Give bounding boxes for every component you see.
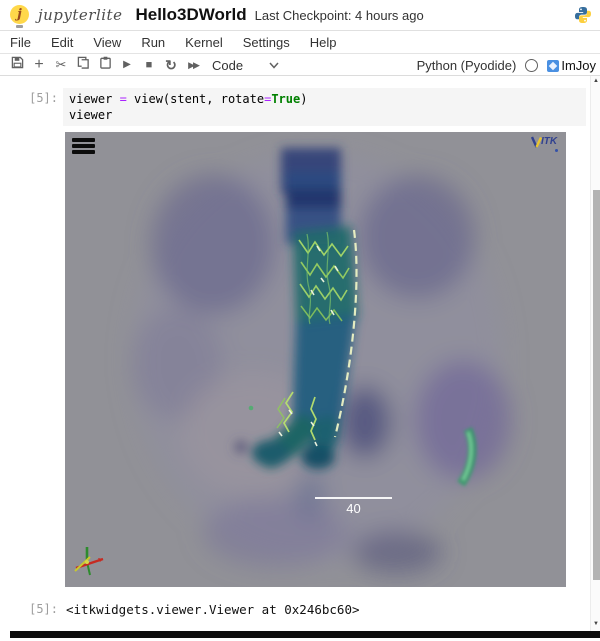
bottom-bar [10, 631, 600, 638]
output-repr: <itkwidgets.viewer.Viewer at 0x246bc60> [66, 602, 360, 617]
copy-cell-icon[interactable] [72, 56, 94, 74]
add-cell-icon[interactable]: + [28, 56, 50, 74]
kernel-status-icon [525, 59, 538, 72]
code-token: view(stent, rotate [127, 92, 264, 106]
itk-logo-dot [555, 149, 558, 152]
menu-kernel[interactable]: Kernel [175, 35, 233, 50]
lightbulb-base [16, 25, 23, 28]
burger-bar [72, 150, 95, 154]
notebook-toolbar: + ✂ ▶ ■ ↻ ▶▶ Code Python (Pyodide) [0, 55, 600, 76]
output-prompt: [5]: [8, 602, 58, 616]
input-prompt: [5]: [8, 91, 58, 105]
floppy-glyph [11, 56, 24, 69]
restart-run-all-icon[interactable]: ▶▶ [182, 56, 204, 74]
cut-cell-icon[interactable]: ✂ [50, 56, 72, 74]
itk-logo-text: ITK [541, 136, 557, 147]
scrollbar-thumb[interactable] [593, 190, 600, 580]
menu-edit[interactable]: Edit [41, 35, 83, 50]
jupyterlite-logo-icon: j [10, 5, 31, 26]
code-line2: viewer [69, 108, 112, 122]
lightbulb-icon: j [10, 5, 29, 24]
notebook-title[interactable]: Hello3DWorld [135, 5, 246, 25]
paste-glyph [99, 56, 112, 69]
volume-rendering [65, 132, 566, 587]
menu-help[interactable]: Help [300, 35, 347, 50]
notebook-scrollbar[interactable]: ▲ ▼ [590, 76, 600, 631]
run-cell-icon[interactable]: ▶ [116, 56, 138, 74]
chevron-down-icon [269, 62, 279, 69]
scale-bar [315, 497, 392, 499]
copy-glyph [77, 56, 90, 69]
scroll-up-icon[interactable]: ▲ [591, 76, 600, 86]
orientation-axes-icon [73, 544, 109, 580]
imjoy-button[interactable]: ImJoy [547, 58, 596, 73]
python-logo-icon [574, 6, 592, 24]
paste-cell-icon[interactable] [94, 56, 116, 74]
menu-run[interactable]: Run [131, 35, 175, 50]
itk-viewer-canvas[interactable]: ITK 40 [65, 132, 566, 587]
jupyterlite-window: j jupyterlite Hello3DWorld Last Checkpoi… [0, 0, 600, 641]
checkpoint-status: Last Checkpoint: 4 hours ago [255, 8, 424, 23]
code-token-keyword: True [271, 92, 300, 106]
burger-bar [72, 144, 95, 148]
burger-bar [72, 138, 95, 142]
cell-type-label: Code [212, 58, 243, 73]
kernel-name[interactable]: Python (Pyodide) [417, 58, 517, 73]
code-token: ) [300, 92, 307, 106]
menu-view[interactable]: View [83, 35, 131, 50]
save-icon[interactable] [6, 56, 28, 74]
stop-kernel-icon[interactable]: ■ [138, 56, 160, 74]
menu-settings[interactable]: Settings [233, 35, 300, 50]
imjoy-label: ImJoy [561, 58, 596, 73]
code-token-operator: = [120, 92, 127, 106]
itk-logo[interactable]: ITK [531, 136, 557, 149]
scroll-down-icon[interactable]: ▼ [591, 619, 600, 629]
imjoy-icon [547, 60, 559, 72]
viewer-menu-icon[interactable] [72, 138, 95, 156]
scale-bar-label: 40 [315, 501, 392, 516]
header: j jupyterlite Hello3DWorld Last Checkpoi… [0, 0, 600, 31]
brand-text: jupyterlite [38, 6, 122, 24]
code-token: viewer [69, 92, 120, 106]
menu-bar: File Edit View Run Kernel Settings Help [0, 32, 600, 54]
cell-type-dropdown[interactable]: Code [212, 58, 279, 73]
toolbar-right-group: Python (Pyodide) ImJoy [417, 55, 596, 76]
code-editor[interactable]: viewer = view(stent, rotate=True) viewer [63, 88, 586, 126]
menu-file[interactable]: File [0, 35, 41, 50]
restart-kernel-icon[interactable]: ↻ [160, 56, 182, 74]
